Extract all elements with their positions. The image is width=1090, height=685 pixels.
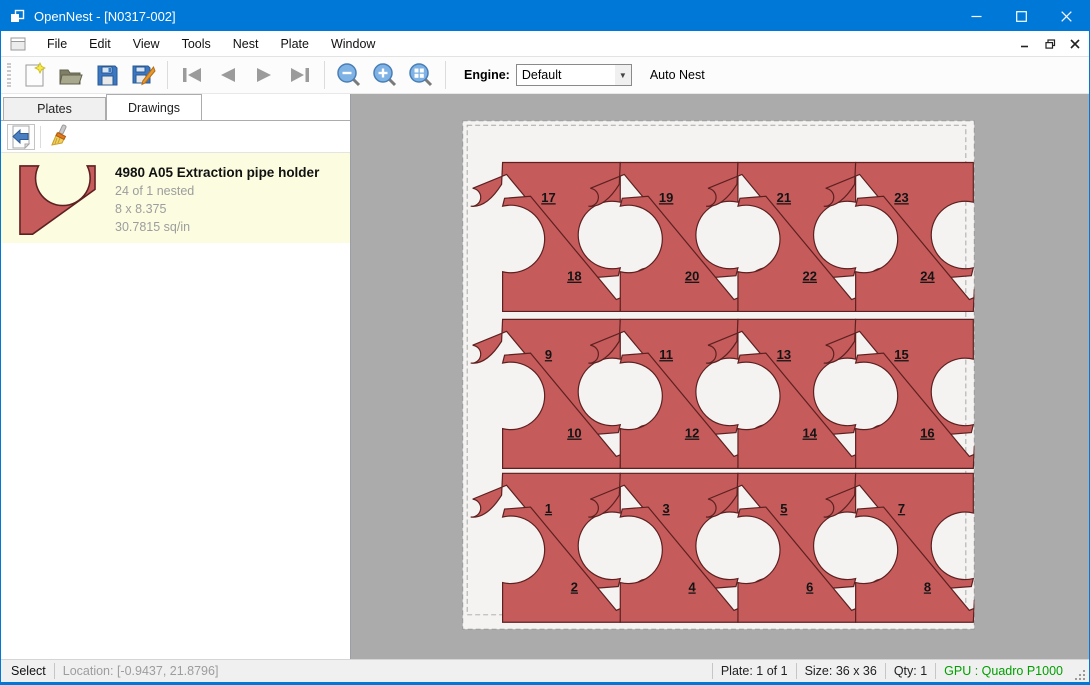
status-separator [796,663,797,679]
clear-broom-icon[interactable] [46,124,74,150]
drawing-area: 30.7815 sq/in [115,220,319,234]
part-number-label: 18 [567,269,581,284]
menu-bar: File Edit View Tools Nest Plate Window [1,31,1089,57]
toolbar-separator [324,61,325,89]
mdi-child-icon [10,37,26,51]
part-number-label: 21 [777,190,791,205]
drawings-toolbar [1,120,350,153]
window-title: OpenNest - [N0317-002] [34,9,176,24]
part-thumbnail [11,163,103,241]
status-qty: Qty: 1 [894,664,927,678]
save-as-icon[interactable] [125,59,161,91]
nest-canvas[interactable]: 171819202122232491011121314151612345678 [351,94,1089,659]
part-number-label: 2 [571,580,578,595]
next-plate-icon[interactable] [246,59,282,91]
part-number-label: 13 [777,347,791,362]
menu-nest[interactable]: Nest [222,32,270,56]
last-plate-icon[interactable] [282,59,318,91]
part-number-label: 15 [894,347,908,362]
status-size: Size: 36 x 36 [805,664,877,678]
part-number-label: 1 [545,501,552,516]
open-icon[interactable] [53,59,89,91]
tab-drawings[interactable]: Drawings [106,94,202,120]
menu-file[interactable]: File [36,32,78,56]
part-number-label: 14 [803,426,818,441]
menu-tools[interactable]: Tools [171,32,222,56]
drawing-list: 4980 A05 Extraction pipe holder 24 of 1 … [1,153,350,659]
part-number-label: 5 [780,501,787,516]
drawing-item-selected[interactable]: 4980 A05 Extraction pipe holder 24 of 1 … [1,153,350,243]
previous-plate-icon[interactable] [210,59,246,91]
drawing-title: 4980 A05 Extraction pipe holder [115,165,319,180]
engine-label: Engine: [464,68,510,82]
panel-toolbar-separator [40,126,41,148]
part-number-label: 19 [659,190,673,205]
toolbar: Engine: Default ▼ Auto Nest [1,57,1089,94]
status-separator [54,663,55,679]
import-drawing-icon[interactable] [7,124,35,150]
save-icon[interactable] [89,59,125,91]
drawing-item-text: 4980 A05 Extraction pipe holder 24 of 1 … [115,163,319,233]
app-icon [9,8,25,24]
toolbar-separator [445,61,446,89]
zoom-extents-icon[interactable] [403,59,439,91]
zoom-out-icon[interactable] [331,59,367,91]
status-location: Location: [-0.9437, 21.8796] [63,664,219,678]
part-number-label: 12 [685,426,699,441]
part-number-label: 11 [659,347,673,362]
nest-drawing[interactable]: 171819202122232491011121314151612345678 [351,94,1089,659]
engine-select[interactable]: Default ▼ [516,64,632,86]
mdi-restore-icon[interactable] [1039,34,1061,54]
minimize-icon[interactable] [954,1,999,31]
part-number-label: 23 [894,190,908,205]
part-number-label: 3 [663,501,670,516]
status-mode: Select [11,664,46,678]
part-number-label: 7 [898,501,905,516]
part-number-label: 4 [688,580,696,595]
status-gpu: GPU : Quadro P1000 [944,664,1063,678]
status-separator [712,663,713,679]
menu-edit[interactable]: Edit [78,32,122,56]
mdi-close-icon[interactable] [1064,34,1086,54]
app-window: OpenNest - [N0317-002] File Edit View To… [0,0,1090,685]
status-separator [885,663,886,679]
drawing-nested-count: 24 of 1 nested [115,184,319,198]
part-number-label: 24 [920,269,935,284]
part-number-label: 8 [924,580,931,595]
menu-plate[interactable]: Plate [269,32,320,56]
menu-view[interactable]: View [122,32,171,56]
toolbar-separator [167,61,168,89]
first-plate-icon[interactable] [174,59,210,91]
part-number-label: 9 [545,347,552,362]
chevron-down-icon[interactable]: ▼ [615,65,631,85]
resize-grip[interactable] [1071,666,1087,682]
part-number-label: 17 [541,190,555,205]
mdi-minimize-icon[interactable] [1014,34,1036,54]
status-bar: Select Location: [-0.9437, 21.8796] Plat… [1,659,1089,682]
title-bar: OpenNest - [N0317-002] [1,1,1089,31]
status-plate: Plate: 1 of 1 [721,664,788,678]
drawing-size: 8 x 8.375 [115,202,319,216]
side-panel: Plates Drawings [1,94,351,659]
engine-value: Default [517,68,615,82]
part-number-label: 22 [803,269,817,284]
part-number-label: 16 [920,426,934,441]
part-number-label: 20 [685,269,699,284]
part-number-label: 6 [806,580,813,595]
zoom-in-icon[interactable] [367,59,403,91]
maximize-icon[interactable] [999,1,1044,31]
new-document-icon[interactable] [17,59,53,91]
close-icon[interactable] [1044,1,1089,31]
toolbar-grip [7,63,11,87]
tab-plates[interactable]: Plates [3,97,106,120]
main-area: Plates Drawings [1,94,1089,659]
status-separator [935,663,936,679]
part-number-label: 10 [567,426,581,441]
tab-strip: Plates Drawings [1,94,350,120]
menu-window[interactable]: Window [320,32,386,56]
auto-nest-button[interactable]: Auto Nest [644,64,711,86]
